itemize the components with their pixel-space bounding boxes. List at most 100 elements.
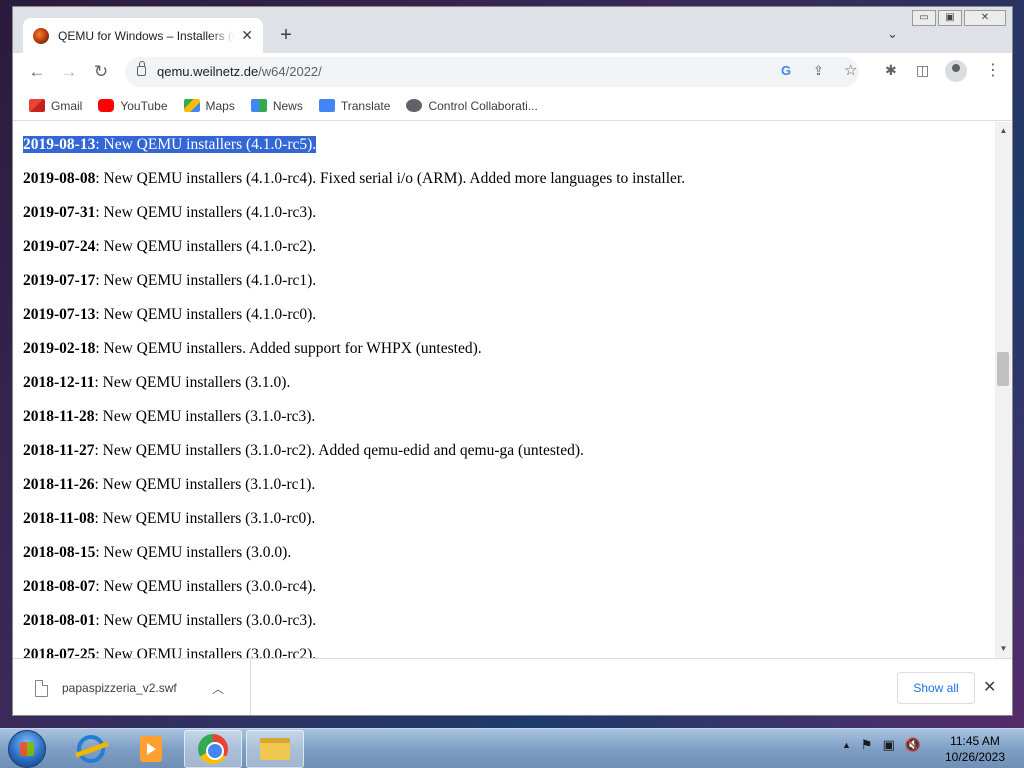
window-controls: ▭ ▣ ✕ (912, 10, 1006, 26)
taskbar-internet-explorer[interactable] (62, 730, 120, 768)
extensions-icon[interactable]: ✱ (885, 62, 897, 79)
entry-text: : New QEMU installers (3.1.0). (94, 374, 291, 391)
bookmark-star-icon[interactable]: ☆ (844, 61, 857, 79)
entry-text: : New QEMU installers (4.1.0-rc2). (95, 238, 317, 255)
reload-button[interactable]: ↻ (89, 61, 113, 85)
maps-icon (183, 99, 200, 112)
changelog-entry: 2019-08-13: New QEMU installers (4.1.0-r… (23, 136, 685, 170)
changelog-entry: 2019-07-17: New QEMU installers (4.1.0-r… (23, 272, 685, 306)
show-all-button[interactable]: Show all (897, 672, 975, 704)
scroll-up-arrow-icon[interactable]: ▲ (995, 124, 1012, 138)
changelog-entry: 2018-11-27: New QEMU installers (3.1.0-r… (23, 442, 685, 476)
close-download-bar-icon[interactable]: ✕ (983, 677, 996, 697)
entry-date: 2019-08-13 (23, 136, 96, 153)
lock-icon[interactable] (137, 61, 146, 76)
tab-qemu[interactable]: QEMU for Windows – Installers (6 ✕ (23, 18, 263, 53)
tab-search-chevron-icon[interactable]: ⌄ (887, 26, 898, 42)
taskbar-chrome[interactable] (184, 730, 242, 768)
youtube-icon (98, 99, 115, 112)
side-panel-icon[interactable]: ◫ (916, 62, 929, 79)
taskbar-explorer[interactable] (246, 730, 304, 768)
changelog-entry: 2019-08-08: New QEMU installers (4.1.0-r… (23, 170, 685, 204)
browser-toolbar: ← → ↻ qemu.weilnetz.de/w64/2022/ G ⇪ ☆ ✱… (13, 53, 1012, 91)
scroll-down-arrow-icon[interactable]: ▼ (995, 642, 1012, 656)
download-item[interactable]: papaspizzeria_v2.swf ︿ (13, 659, 251, 715)
google-lens-icon[interactable]: G (781, 63, 791, 78)
changelog-entry: 2019-02-18: New QEMU installers. Added s… (23, 340, 685, 374)
changelog-entry: 2019-07-13: New QEMU installers (4.1.0-r… (23, 306, 685, 340)
chrome-icon (198, 734, 228, 764)
address-bar[interactable]: qemu.weilnetz.de/w64/2022/ G ⇪ ☆ (125, 57, 859, 87)
url-text[interactable]: qemu.weilnetz.de/w64/2022/ (157, 64, 322, 79)
show-hidden-icons-arrow-icon[interactable]: ▲ (842, 737, 851, 753)
system-tray: ▲ ⚑ ▣ 🔇 (842, 737, 921, 753)
bookmark-translate[interactable]: Translate (318, 99, 390, 113)
entry-date: 2018-11-08 (23, 510, 95, 527)
download-options-chevron-icon[interactable]: ︿ (212, 680, 224, 697)
profile-avatar-icon[interactable] (945, 60, 967, 82)
menu-kebab-icon[interactable]: ⋮ (985, 60, 1001, 80)
maximize-button[interactable]: ▣ (938, 10, 962, 26)
action-center-flag-icon[interactable]: ⚑ (861, 737, 873, 753)
taskbar-media-player[interactable] (122, 730, 180, 768)
bookmark-news[interactable]: News (250, 99, 303, 113)
entry-date: 2018-11-28 (23, 408, 95, 425)
changelog-entry: 2018-08-15: New QEMU installers (3.0.0). (23, 544, 685, 578)
entry-date: 2019-07-13 (23, 306, 96, 323)
download-filename: papaspizzeria_v2.swf (62, 681, 177, 695)
entry-text: : New QEMU installers (3.0.0-rc4). (95, 578, 317, 595)
news-icon (250, 99, 267, 112)
entry-text: : New QEMU installers (3.0.0-rc2). (95, 646, 317, 658)
entry-date: 2018-12-11 (23, 374, 95, 391)
forward-button[interactable]: → (57, 61, 81, 85)
changelog-entry: 2018-11-08: New QEMU installers (3.1.0-r… (23, 510, 685, 544)
gmail-icon (29, 99, 45, 112)
entry-date: 2018-08-07 (23, 578, 96, 595)
entry-text: : New QEMU installers (3.1.0-rc2). Added… (94, 442, 584, 459)
clock-date: 10/26/2023 (944, 750, 1006, 764)
tab-strip: QEMU for Windows – Installers (6 ✕ + ⌄ ▭… (13, 7, 1012, 53)
minimize-button[interactable]: ▭ (912, 10, 936, 26)
changelog-entry: 2018-08-01: New QEMU installers (3.0.0-r… (23, 612, 685, 646)
entry-text: : New QEMU installers (3.0.0-rc3). (95, 612, 317, 629)
entry-date: 2019-07-24 (23, 238, 96, 255)
new-tab-button[interactable]: + (274, 24, 298, 48)
clock-time: 11:45 AM (950, 734, 1000, 748)
bookmarks-bar: Gmail YouTube Maps News Translate Contro… (13, 91, 1012, 121)
back-button[interactable]: ← (25, 61, 49, 85)
changelog-entry: 2019-07-24: New QEMU installers (4.1.0-r… (23, 238, 685, 272)
entry-date: 2019-08-08 (23, 170, 96, 187)
changelog-entry: 2018-11-28: New QEMU installers (3.1.0-r… (23, 408, 685, 442)
volume-muted-icon[interactable]: 🔇 (905, 737, 921, 753)
changelog-entry: 2018-07-25: New QEMU installers (3.0.0-r… (23, 646, 685, 658)
tab-title: QEMU for Windows – Installers (6 (58, 28, 236, 43)
vertical-scrollbar[interactable]: ▲ ▼ (995, 122, 1012, 658)
page-content: 2019-08-13: New QEMU installers (4.1.0-r… (13, 122, 995, 658)
bookmark-control-collaboration[interactable]: Control Collaborati... (406, 99, 538, 113)
network-icon[interactable]: ▣ (883, 737, 895, 753)
internet-explorer-icon (77, 735, 105, 763)
entry-date: 2019-07-31 (23, 204, 96, 221)
tab-close-icon[interactable]: ✕ (241, 27, 253, 44)
browser-window: QEMU for Windows – Installers (6 ✕ + ⌄ ▭… (12, 6, 1013, 716)
bookmark-youtube[interactable]: YouTube (98, 99, 168, 113)
system-clock[interactable]: 11:45 AM 10/26/2023 (935, 733, 1015, 765)
entry-text: : New QEMU installers. Added support for… (95, 340, 482, 357)
start-button[interactable] (8, 730, 46, 768)
entry-text: : New QEMU installers (3.0.0). (95, 544, 292, 561)
bookmark-maps[interactable]: Maps (183, 99, 235, 113)
entry-text: : New QEMU installers (4.1.0-rc5). (95, 136, 317, 153)
file-icon (35, 679, 48, 697)
entry-text: : New QEMU installers (4.1.0-rc3). (95, 204, 317, 221)
entry-date: 2019-02-18 (23, 340, 96, 357)
entry-text: : New QEMU installers (4.1.0-rc1). (95, 272, 317, 289)
translate-icon (318, 99, 335, 112)
share-icon[interactable]: ⇪ (813, 63, 824, 79)
changelog-entry: 2019-07-31: New QEMU installers (4.1.0-r… (23, 204, 685, 238)
bookmark-gmail[interactable]: Gmail (29, 99, 82, 113)
taskbar: ▲ ⚑ ▣ 🔇 11:45 AM 10/26/2023 (0, 728, 1024, 768)
entry-date: 2018-11-27 (23, 442, 95, 459)
scroll-thumb[interactable] (997, 352, 1009, 386)
entry-text: : New QEMU installers (3.1.0-rc0). (94, 510, 316, 527)
close-window-button[interactable]: ✕ (964, 10, 1006, 26)
